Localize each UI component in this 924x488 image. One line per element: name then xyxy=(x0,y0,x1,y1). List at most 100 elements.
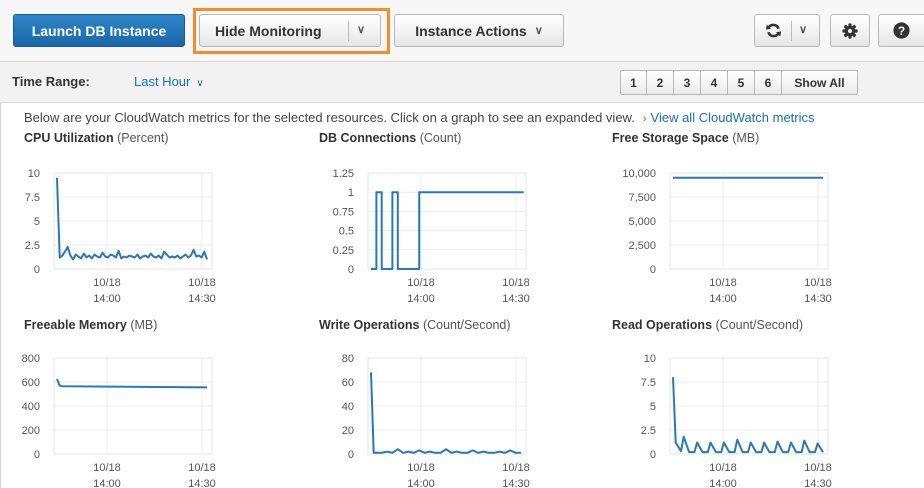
chart-unit: (MB) xyxy=(732,131,760,145)
page-button-2[interactable]: 2 xyxy=(647,70,674,95)
chevron-down-icon[interactable]: ∨ xyxy=(799,23,807,36)
db-connections-chart[interactable]: 1.25 1 0.75 0.5 0.25 0 10/18 14:00 10/18 14:30 xyxy=(312,165,562,305)
page-button-5[interactable]: 5 xyxy=(728,70,755,95)
chevron-down-icon[interactable]: ∨ xyxy=(357,23,365,36)
chart-unit: (Count) xyxy=(419,131,462,145)
time-range-label: Time Range: xyxy=(12,74,90,89)
y-tick-label: 5 xyxy=(650,401,656,413)
split-divider xyxy=(348,21,349,41)
write-operations-chart[interactable]: 80 60 40 20 0 10/18 14:00 10/18 14:30 xyxy=(312,350,562,488)
refresh-icon xyxy=(765,23,782,38)
x-tick-label: 10/18 xyxy=(407,462,435,474)
settings-button[interactable] xyxy=(830,14,870,47)
y-tick-label: 0 xyxy=(348,264,354,276)
time-range-dropdown[interactable]: Last Hour ∨ xyxy=(134,74,204,89)
y-tick-label: 40 xyxy=(342,401,354,413)
y-tick-label: 2,500 xyxy=(628,240,656,252)
chart-unit: (Percent) xyxy=(117,131,169,145)
help-button[interactable]: ? xyxy=(878,14,924,47)
description-text: Below are your CloudWatch metrics for th… xyxy=(24,110,635,125)
x-tick-label: 14:30 xyxy=(188,478,216,488)
cpu-utilization-chart[interactable]: 10 7.5 5 2.5 0 10/18 14:00 10/18 14:30 xyxy=(24,165,274,305)
chart-title: Free Storage Space (MB) xyxy=(612,131,759,145)
content-left-border xyxy=(0,62,1,488)
chart-unit: (MB) xyxy=(130,318,158,332)
y-tick-label: 0 xyxy=(650,449,656,461)
y-tick-label: 60 xyxy=(342,377,354,389)
y-tick-label: 0 xyxy=(34,449,40,461)
y-tick-label: 800 xyxy=(22,353,40,365)
y-tick-label: 1 xyxy=(348,187,354,199)
x-tick-label: 14:30 xyxy=(502,293,530,305)
y-tick-label: 0 xyxy=(650,264,656,276)
y-tick-label: 7,500 xyxy=(628,192,656,204)
y-tick-label: 400 xyxy=(22,401,40,413)
time-range-value: Last Hour xyxy=(134,74,191,89)
split-divider xyxy=(791,21,792,41)
chevron-down-icon: ∨ xyxy=(534,25,543,37)
refresh-button[interactable]: ∨ xyxy=(754,14,820,47)
page-button-4[interactable]: 4 xyxy=(701,70,728,95)
y-tick-label: 600 xyxy=(22,377,40,389)
free-storage-space-chart[interactable]: 10,000 7,500 5,000 2,500 0 10/18 14:00 10/18 14:… xyxy=(612,165,862,305)
x-tick-label: 14:00 xyxy=(407,478,435,488)
chart-title: DB Connections (Count) xyxy=(319,131,461,145)
x-tick-label: 14:00 xyxy=(709,478,737,488)
chart-title-text: Write Operations xyxy=(319,318,420,332)
chart-title-text: CPU Utilization xyxy=(24,131,114,145)
chart-title: Write Operations (Count/Second) xyxy=(319,318,511,332)
y-tick-label: 5 xyxy=(34,216,40,228)
time-range-bar: Time Range: Last Hour ∨ 1 2 3 4 5 6 Show … xyxy=(0,62,924,103)
instance-actions-button[interactable]: Instance Actions ∨ xyxy=(394,14,564,47)
y-tick-label: 0 xyxy=(34,264,40,276)
chevron-down-icon: ∨ xyxy=(196,78,204,89)
page-button-6[interactable]: 6 xyxy=(755,70,782,95)
page-button-3[interactable]: 3 xyxy=(674,70,701,95)
y-tick-label: 20 xyxy=(342,425,354,437)
chart-title: Freeable Memory (MB) xyxy=(24,318,157,332)
chart-title-text: DB Connections xyxy=(319,131,417,145)
x-tick-label: 10/18 xyxy=(188,277,216,289)
chart-title-text: Freeable Memory xyxy=(24,318,127,332)
y-tick-label: 80 xyxy=(342,353,354,365)
x-tick-label: 14:30 xyxy=(188,293,216,305)
y-tick-label: 7.5 xyxy=(25,192,40,204)
x-tick-label: 10/18 xyxy=(502,462,530,474)
chart-title: Read Operations (Count/Second) xyxy=(612,318,803,332)
hide-monitoring-button[interactable]: Hide Monitoring ∨ xyxy=(199,14,381,47)
y-tick-label: 10,000 xyxy=(622,168,656,180)
x-tick-label: 10/18 xyxy=(93,462,121,474)
y-tick-label: 5,000 xyxy=(628,216,656,228)
metrics-description: Below are your CloudWatch metrics for th… xyxy=(24,110,815,125)
freeable-memory-chart[interactable]: 800 600 400 200 0 10/18 14:00 10/18 14:30 xyxy=(22,350,274,488)
x-tick-label: 14:30 xyxy=(502,478,530,488)
page-button-1[interactable]: 1 xyxy=(620,70,647,95)
y-tick-label: 2.5 xyxy=(25,240,40,252)
chart-title-text: Free Storage Space xyxy=(612,131,729,145)
x-tick-label: 10/18 xyxy=(804,277,832,289)
x-tick-label: 10/18 xyxy=(709,277,737,289)
x-tick-label: 14:00 xyxy=(93,293,121,305)
y-tick-label: 200 xyxy=(22,425,40,437)
y-tick-label: 1.25 xyxy=(333,168,354,180)
chart-title: CPU Utilization (Percent) xyxy=(24,131,168,145)
show-all-button[interactable]: Show All xyxy=(782,70,858,95)
read-operations-chart[interactable]: 10 7.5 5 2.5 0 10/18 14:00 10/18 14:30 xyxy=(612,350,862,488)
toolbar: Launch DB Instance Hide Monitoring ∨ Ins… xyxy=(0,0,924,62)
instance-actions-label: Instance Actions xyxy=(415,22,527,39)
x-tick-label: 10/18 xyxy=(502,277,530,289)
chart-title-text: Read Operations xyxy=(612,318,713,332)
page-selector: 1 2 3 4 5 6 Show All xyxy=(620,70,858,95)
view-all-metrics-link[interactable]: View all CloudWatch metrics xyxy=(651,110,815,125)
svg-text:?: ? xyxy=(898,24,905,38)
x-tick-label: 14:30 xyxy=(804,478,832,488)
launch-db-instance-button[interactable]: Launch DB Instance xyxy=(13,14,185,47)
y-tick-label: 0.25 xyxy=(333,245,354,257)
x-tick-label: 10/18 xyxy=(804,462,832,474)
x-tick-label: 10/18 xyxy=(93,277,121,289)
x-tick-label: 10/18 xyxy=(407,277,435,289)
y-tick-label: 2.5 xyxy=(641,425,656,437)
y-tick-label: 10 xyxy=(644,353,656,365)
hide-monitoring-label: Hide Monitoring xyxy=(215,22,322,39)
y-tick-label: 10 xyxy=(28,168,40,180)
